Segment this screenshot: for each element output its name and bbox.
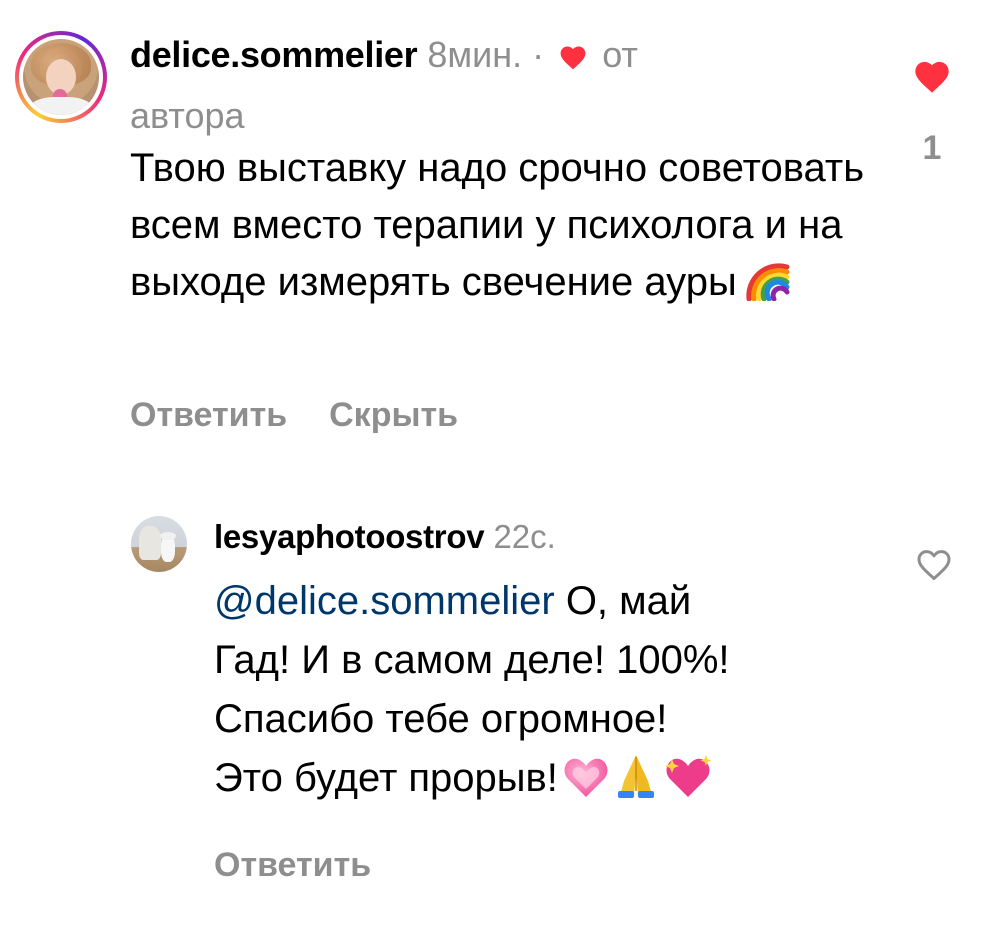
- sparkling-heart-icon: [664, 755, 712, 797]
- comment-actions: Ответить Скрыть: [130, 390, 458, 440]
- reply-text-line2: Гад! И в самом деле! 100%!: [214, 638, 730, 682]
- like-count[interactable]: 1: [923, 129, 942, 168]
- heart-outline-icon: [917, 550, 951, 580]
- meta-separator: ·: [532, 34, 545, 75]
- rainbow-icon: [743, 259, 791, 317]
- folded-hands-icon: [617, 755, 654, 798]
- reply-header: lesyaphotoostrov 22с.: [214, 512, 556, 562]
- reply-time: 22с.: [493, 518, 556, 555]
- reply-actions: Ответить: [214, 840, 371, 890]
- heart-with-ribbon-icon: [564, 758, 608, 797]
- hide-button[interactable]: Скрыть: [329, 390, 458, 440]
- heart-filled-icon: [915, 61, 949, 93]
- reply-text-line3: Спасибо тебе огромное!: [214, 697, 668, 741]
- reply-text-line4: Это будет прорыв!: [214, 756, 558, 800]
- author-liked-heart-icon: [558, 29, 588, 87]
- reply-button[interactable]: Ответить: [130, 390, 287, 440]
- comment-text: Твою выставку надо срочно советовать все…: [130, 140, 890, 317]
- comment-like-column: 1: [900, 58, 964, 168]
- reply-text: @delice.sommelier О, май Гад! И в самом …: [214, 572, 864, 816]
- reply-reply-button[interactable]: Ответить: [214, 846, 371, 884]
- reply-comment: lesyaphotoostrov 22с. @delice.sommelier …: [0, 500, 1000, 920]
- reply-avatar[interactable]: [131, 516, 187, 572]
- liked-by-author-suffix: автора: [130, 95, 245, 136]
- like-button[interactable]: [912, 58, 952, 99]
- story-ring-avatar[interactable]: [15, 31, 107, 123]
- comment-username[interactable]: delice.sommelier: [130, 34, 418, 75]
- reply-username[interactable]: lesyaphotoostrov: [214, 518, 485, 555]
- comment-time: 8мин.: [427, 34, 523, 75]
- comment: delice.sommelier 8мин. · от автора Твою …: [0, 0, 1000, 470]
- reply-like-button[interactable]: [914, 546, 954, 586]
- mention-link[interactable]: @delice.sommelier: [214, 579, 555, 623]
- comment-header: delice.sommelier 8мин. · от автора: [130, 26, 850, 145]
- reply-text-line1: О, май: [554, 579, 692, 623]
- liked-by-author-prefix: от: [602, 34, 638, 75]
- avatar: [23, 39, 99, 115]
